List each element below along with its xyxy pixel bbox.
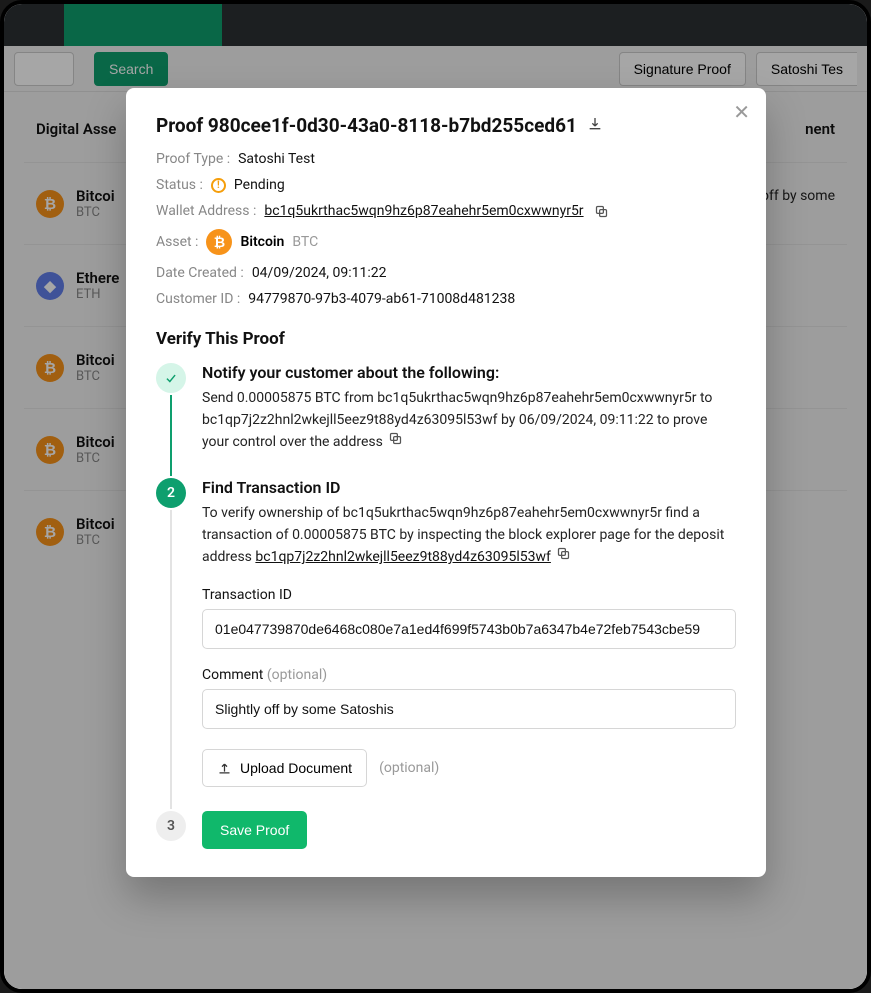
proof-type-value: Satoshi Test xyxy=(238,151,315,167)
copy-icon[interactable] xyxy=(388,431,403,446)
upload-optional-text: (optional) xyxy=(379,760,439,776)
proof-modal: ✕ Proof 980cee1f-0d30-43a0-8118-b7bd255c… xyxy=(126,88,766,877)
step-2-title: Find Transaction ID xyxy=(202,478,736,497)
wallet-address-link[interactable]: bc1q5ukrthac5wqn9hz6p87eahehr5em0cxwwnyr… xyxy=(264,203,583,219)
comment-label: Comment (optional) xyxy=(202,667,736,683)
download-icon[interactable] xyxy=(587,114,603,137)
deposit-address-link[interactable]: bc1qp7j2z2hnl2wkejll5eez9t88yd4z63095l53… xyxy=(255,549,551,565)
transaction-id-input[interactable] xyxy=(202,609,736,649)
date-created-label: Date Created : xyxy=(156,265,244,281)
step-3: 3 Save Proof xyxy=(156,811,736,849)
copy-icon[interactable] xyxy=(594,204,609,219)
step-2: 2 Find Transaction ID To verify ownershi… xyxy=(156,478,736,811)
step-1-description: Send 0.00005875 BTC from bc1q5ukrthac5wq… xyxy=(202,388,736,454)
pending-status-icon: ! xyxy=(211,178,226,193)
step-2-description: To verify ownership of bc1q5ukrthac5wqn9… xyxy=(202,503,736,569)
transaction-id-label: Transaction ID xyxy=(202,587,736,603)
customer-id-label: Customer ID : xyxy=(156,291,240,307)
step-current-badge: 2 xyxy=(156,478,186,508)
modal-title-row: Proof 980cee1f-0d30-43a0-8118-b7bd255ced… xyxy=(156,114,736,137)
verify-section-heading: Verify This Proof xyxy=(156,329,736,349)
upload-document-button[interactable]: Upload Document xyxy=(202,749,367,787)
wallet-address-label: Wallet Address : xyxy=(156,203,256,219)
close-icon[interactable]: ✕ xyxy=(733,102,750,122)
status-value: Pending xyxy=(234,177,285,193)
copy-icon[interactable] xyxy=(556,546,571,561)
asset-name: Bitcoin xyxy=(240,234,284,250)
modal-title: Proof 980cee1f-0d30-43a0-8118-b7bd255ced… xyxy=(156,114,577,137)
asset-symbol: BTC xyxy=(292,234,318,250)
step-1: Notify your customer about the following… xyxy=(156,363,736,478)
save-proof-button[interactable]: Save Proof xyxy=(202,811,307,849)
comment-input[interactable] xyxy=(202,689,736,729)
proof-meta: Proof Type : Satoshi Test Status : ! Pen… xyxy=(156,151,736,307)
status-label: Status : xyxy=(156,177,203,193)
step-done-badge xyxy=(156,363,186,393)
bitcoin-icon: ₿ xyxy=(206,229,232,255)
date-created-value: 04/09/2024, 09:11:22 xyxy=(252,265,387,281)
step-1-title: Notify your customer about the following… xyxy=(202,363,736,382)
proof-type-label: Proof Type : xyxy=(156,151,230,167)
customer-id-value: 94779870-97b3-4079-ab61-71008d481238 xyxy=(248,291,515,307)
step-pending-badge: 3 xyxy=(156,811,186,841)
asset-label: Asset : xyxy=(156,234,198,250)
